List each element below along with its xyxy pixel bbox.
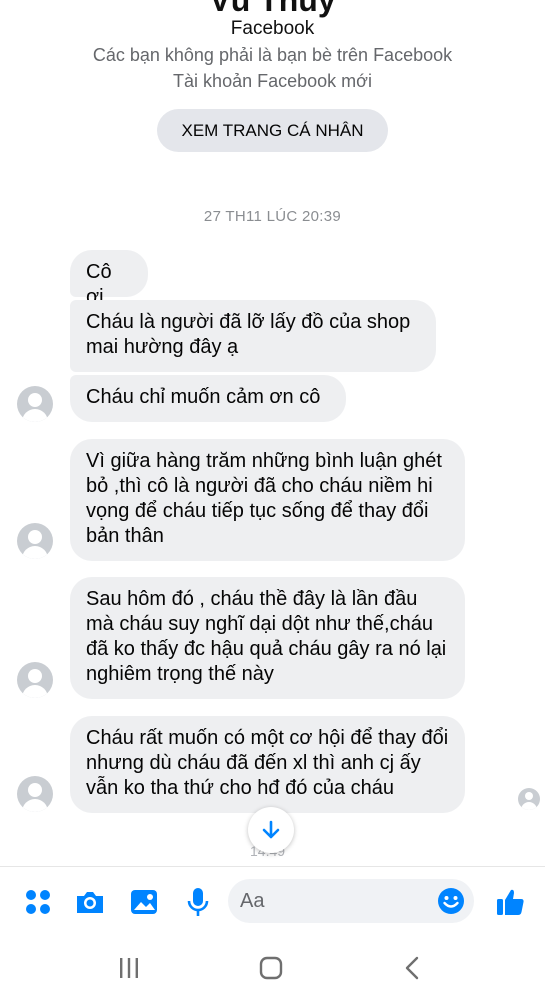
recents-icon[interactable] bbox=[114, 954, 144, 982]
camera-icon[interactable] bbox=[74, 886, 106, 918]
microphone-icon[interactable] bbox=[182, 886, 214, 918]
platform-label: Facebook bbox=[230, 18, 315, 39]
back-icon[interactable] bbox=[398, 954, 428, 982]
message-bubble[interactable]: Cháu rất muốn có một cơ hội để thay đổi … bbox=[70, 716, 465, 813]
thumbs-up-icon[interactable] bbox=[494, 886, 526, 918]
message-bubble[interactable]: Sau hôm đó , cháu thề đây là lần đầu mà … bbox=[70, 577, 465, 699]
relation-status: Các bạn không phải là bạn bè trên Facebo… bbox=[92, 45, 453, 65]
home-icon[interactable] bbox=[256, 954, 286, 982]
view-profile-button[interactable]: XEM TRANG CÁ NHÂN bbox=[157, 109, 388, 152]
seen-avatar bbox=[518, 788, 540, 810]
sender-avatar[interactable] bbox=[17, 523, 53, 559]
scroll-down-button[interactable] bbox=[248, 807, 294, 853]
sender-avatar[interactable] bbox=[17, 662, 53, 698]
message-timestamp: 27 TH11 LÚC 20:39 bbox=[203, 208, 342, 225]
system-navigation-bar bbox=[0, 936, 545, 1000]
arrow-down-icon bbox=[262, 820, 280, 839]
composer-bar: Aa bbox=[0, 866, 545, 937]
sender-avatar[interactable] bbox=[17, 386, 53, 422]
gallery-icon[interactable] bbox=[128, 886, 160, 918]
message-bubble[interactable]: Cô ơi bbox=[70, 250, 148, 308]
account-status: Tài khoản Facebook mới bbox=[173, 71, 372, 91]
message-bubble[interactable]: Cháu là người đã lỡ lấy đồ của shop mai … bbox=[70, 300, 436, 372]
sender-avatar[interactable] bbox=[17, 776, 53, 812]
emoji-icon[interactable] bbox=[436, 886, 466, 916]
message-input-placeholder: Aa bbox=[240, 890, 265, 912]
message-input[interactable]: Aa bbox=[228, 879, 474, 923]
contact-name: Vũ Thủy bbox=[209, 0, 336, 18]
message-bubble[interactable]: Cháu chỉ muốn cảm ơn cô bbox=[70, 375, 346, 422]
message-bubble[interactable]: Vì giữa hàng trăm những bình luận ghét b… bbox=[70, 439, 465, 561]
menu-dots-icon[interactable] bbox=[22, 886, 54, 918]
